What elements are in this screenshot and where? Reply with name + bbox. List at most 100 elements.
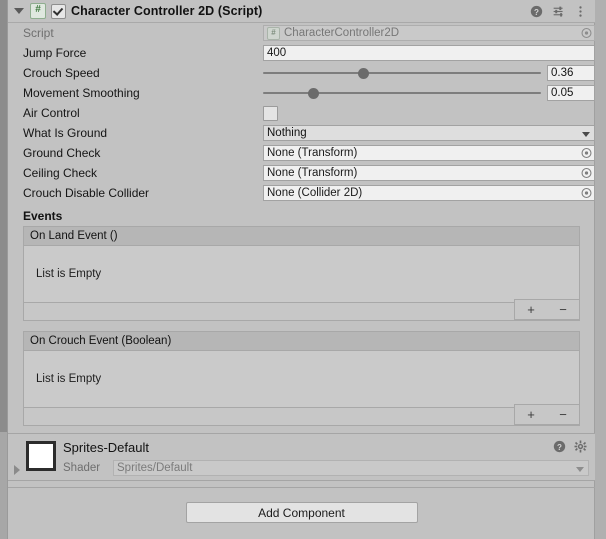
property-label: What Is Ground — [23, 126, 108, 140]
slider-handle[interactable] — [358, 68, 370, 79]
crouch-speed-slider[interactable] — [263, 65, 541, 81]
movement-smoothing-slider[interactable] — [263, 85, 541, 101]
property-field: 0.36 — [263, 65, 595, 81]
material-section: Sprites-Default Shader Sprites/Default ? — [8, 434, 595, 481]
right-scrollbar[interactable] — [594, 0, 606, 539]
help-icon[interactable]: ? — [553, 440, 566, 453]
property-field: 0.05 — [263, 85, 595, 101]
shader-dropdown[interactable]: Sprites/Default — [113, 460, 589, 476]
script-component-icon: # — [30, 3, 46, 19]
property-row-what-is-ground: What Is Ground Nothing — [8, 123, 595, 143]
crouch-speed-value-input[interactable]: 0.36 — [547, 65, 595, 81]
event-list-buttons: + − — [514, 299, 580, 320]
inspector-content: # Character Controller 2D (Script) ? Scr… — [8, 0, 595, 539]
property-label: Crouch Disable Collider — [23, 186, 150, 200]
svg-text:?: ? — [557, 443, 562, 452]
property-field: None (Transform) — [263, 145, 595, 161]
event-list-box: On Land Event () List is Empty — [23, 226, 580, 303]
script-value: CharacterController2D — [284, 27, 400, 39]
object-field-value: None (Collider 2D) — [267, 187, 363, 199]
left-scroll-rail[interactable] — [0, 0, 8, 539]
what-is-ground-dropdown[interactable]: Nothing — [263, 125, 595, 141]
event-header: On Land Event () — [24, 227, 579, 246]
object-picker-icon[interactable] — [580, 167, 593, 180]
air-control-checkbox[interactable] — [263, 105, 278, 121]
more-menu-icon[interactable] — [574, 5, 587, 18]
crouch-disable-collider-object-field[interactable]: None (Collider 2D) — [263, 185, 595, 201]
property-label: Movement Smoothing — [23, 86, 140, 100]
event-empty-text: List is Empty — [36, 373, 102, 385]
svg-text:?: ? — [534, 7, 539, 16]
property-field: Nothing — [263, 125, 595, 141]
event-footer: + − — [23, 404, 580, 426]
event-list-box: On Crouch Event (Boolean) List is Empty — [23, 331, 580, 408]
slider-handle[interactable] — [308, 88, 320, 99]
property-label: Ground Check — [23, 146, 101, 160]
property-label: Crouch Speed — [23, 66, 100, 80]
remove-event-button[interactable]: − — [559, 408, 567, 421]
material-foldout-icon[interactable] — [14, 465, 20, 475]
object-picker-icon[interactable] — [580, 187, 593, 200]
property-field: None (Collider 2D) — [263, 185, 595, 201]
add-component-area: Add Component — [8, 488, 595, 523]
property-row-ceiling-check: Ceiling Check None (Transform) — [8, 163, 595, 183]
left-scroll-thumb[interactable] — [0, 0, 7, 432]
slider-track — [263, 92, 541, 94]
component-header-icons: ? — [530, 5, 587, 18]
property-label: Jump Force — [23, 46, 87, 60]
event-footer: + − — [23, 299, 580, 321]
property-row-movement-smoothing: Movement Smoothing 0.05 — [8, 83, 595, 103]
ceiling-check-object-field[interactable]: None (Transform) — [263, 165, 595, 181]
property-label: Ceiling Check — [23, 166, 98, 180]
add-event-button[interactable]: + — [527, 303, 535, 316]
property-row-crouch-disable-collider: Crouch Disable Collider None (Collider 2… — [8, 183, 595, 203]
property-row-script: Script # CharacterController2D — [8, 23, 595, 43]
property-field: 400 — [263, 45, 595, 61]
property-label: Script — [23, 26, 54, 40]
object-field-value: None (Transform) — [267, 147, 358, 159]
object-picker-icon[interactable] — [580, 147, 593, 160]
chevron-down-icon — [576, 467, 584, 472]
property-row-jump-force: Jump Force 400 — [8, 43, 595, 63]
component-enabled-checkbox[interactable] — [51, 3, 66, 19]
jump-force-input[interactable]: 400 — [263, 45, 595, 61]
property-field: # CharacterController2D — [263, 25, 595, 41]
object-field-value: None (Transform) — [267, 167, 358, 179]
footer-divider — [8, 481, 595, 488]
property-row-crouch-speed: Crouch Speed 0.36 — [8, 63, 595, 83]
add-component-button[interactable]: Add Component — [185, 502, 418, 523]
events-spacer — [8, 321, 595, 331]
dropdown-value: Nothing — [267, 127, 307, 139]
event-list-buttons: + − — [514, 404, 580, 425]
help-icon[interactable]: ? — [530, 5, 543, 18]
property-row-air-control: Air Control — [8, 103, 595, 123]
property-field: None (Transform) — [263, 165, 595, 181]
inspector-panel: # Character Controller 2D (Script) ? Scr… — [0, 0, 606, 539]
material-preview-swatch[interactable] — [26, 441, 56, 471]
object-picker-icon[interactable] — [580, 27, 593, 40]
gear-icon[interactable] — [574, 440, 587, 453]
material-name: Sprites-Default — [63, 440, 149, 455]
property-label: Air Control — [23, 106, 80, 120]
preset-icon[interactable] — [552, 5, 565, 18]
ground-check-object-field[interactable]: None (Transform) — [263, 145, 595, 161]
event-empty-text: List is Empty — [36, 268, 102, 280]
property-field — [263, 105, 595, 121]
property-row-ground-check: Ground Check None (Transform) — [8, 143, 595, 163]
add-event-button[interactable]: + — [527, 408, 535, 421]
script-mini-icon: # — [267, 26, 280, 40]
foldout-triangle-icon[interactable] — [14, 6, 25, 17]
movement-smoothing-value-input[interactable]: 0.05 — [547, 85, 595, 101]
event-block-on-land: On Land Event () List is Empty + − — [23, 226, 580, 321]
material-header-icons: ? — [553, 440, 587, 453]
shader-label: Shader — [63, 462, 101, 474]
slider-track — [263, 72, 541, 74]
shader-value: Sprites/Default — [117, 462, 193, 474]
event-block-on-crouch: On Crouch Event (Boolean) List is Empty … — [23, 331, 580, 426]
event-header: On Crouch Event (Boolean) — [24, 332, 579, 351]
script-object-field[interactable]: # CharacterController2D — [263, 25, 595, 41]
component-title: Character Controller 2D (Script) — [71, 4, 263, 18]
remove-event-button[interactable]: − — [559, 303, 567, 316]
component-header[interactable]: # Character Controller 2D (Script) ? — [8, 0, 595, 23]
events-section-title: Events — [23, 209, 63, 223]
